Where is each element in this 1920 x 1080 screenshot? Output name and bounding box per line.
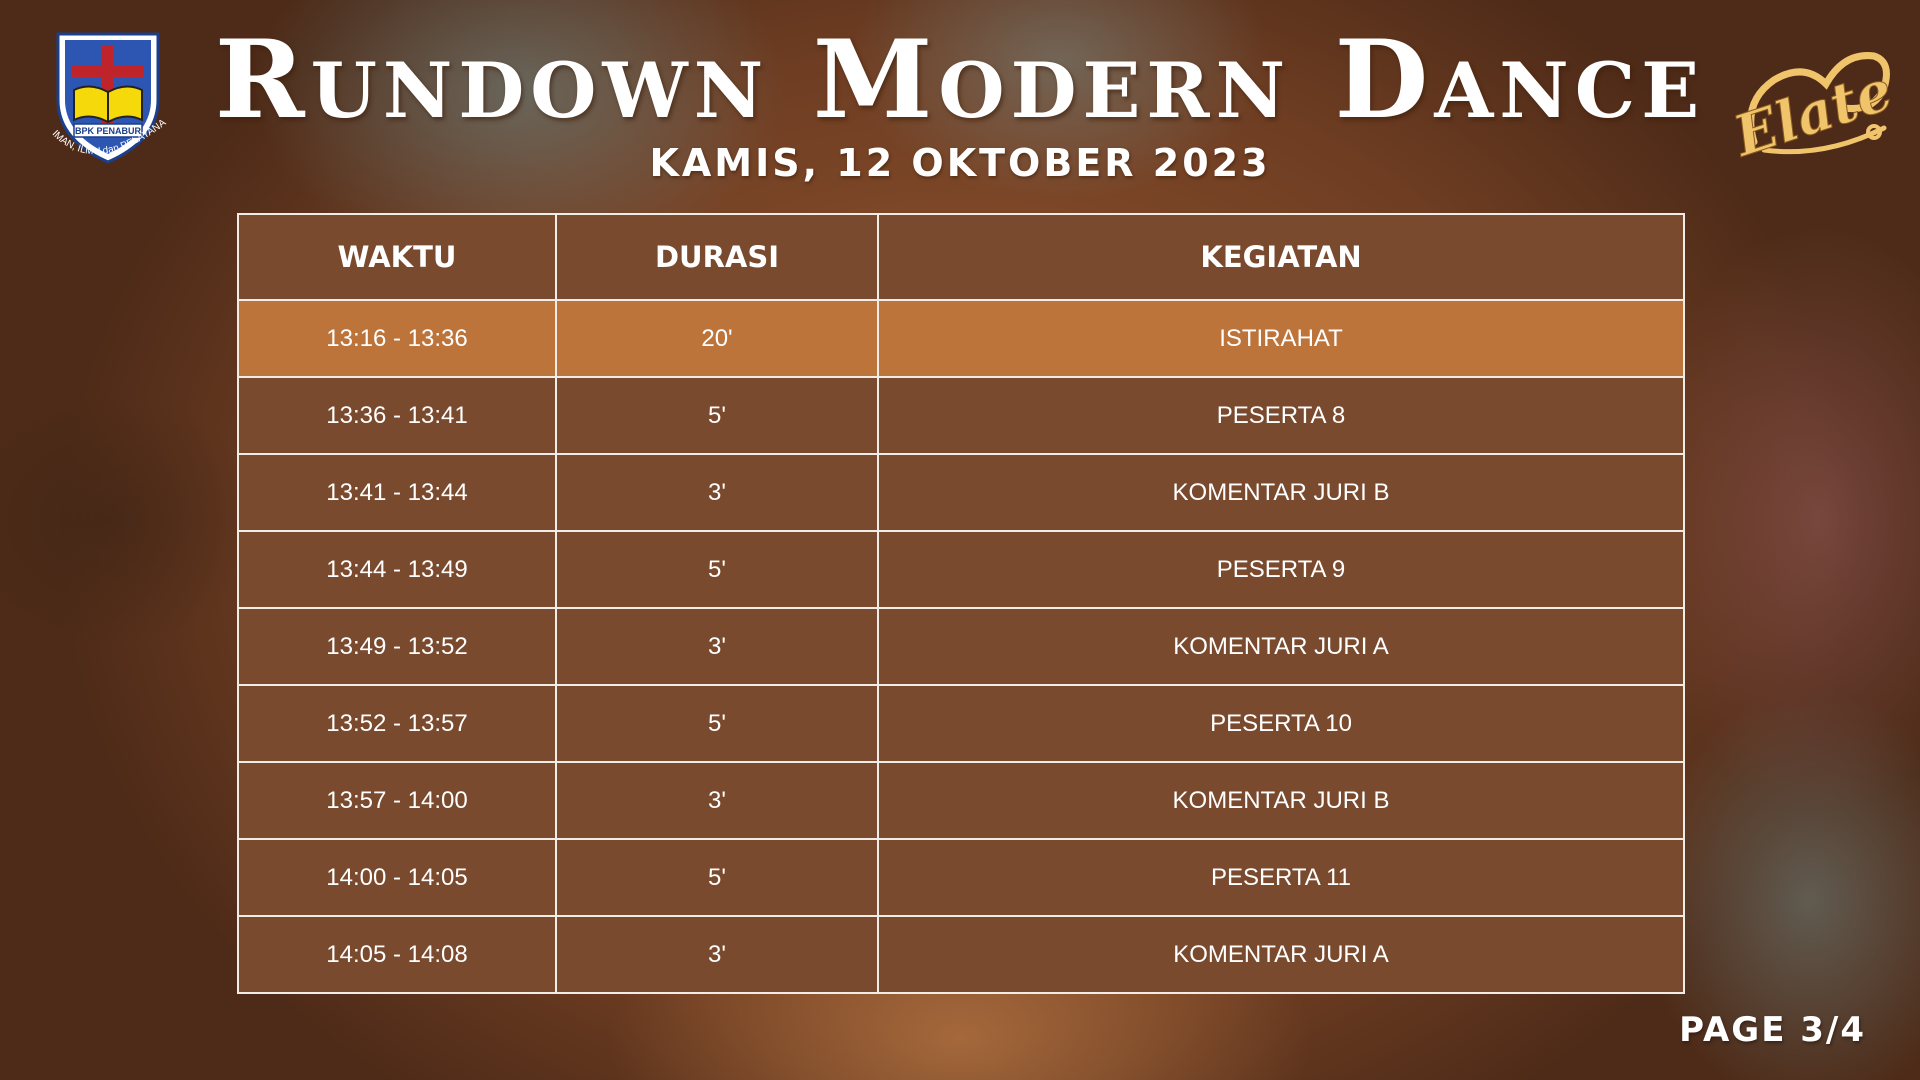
table-row: 13:44 - 13:49 5' PESERTA 9 — [237, 530, 1685, 609]
cell-kegiatan: KOMENTAR JURI B — [877, 453, 1685, 532]
table-row-break: 13:16 - 13:36 20' ISTIRAHAT — [237, 299, 1685, 378]
cell-waktu: 13:57 - 14:00 — [237, 761, 557, 840]
cell-kegiatan: PESERTA 11 — [877, 838, 1685, 917]
table-row: 14:00 - 14:05 5' PESERTA 11 — [237, 838, 1685, 917]
cell-durasi: 3' — [555, 607, 879, 686]
cell-waktu: 13:49 - 13:52 — [237, 607, 557, 686]
page-title: Rundown Modern Dance — [214, 17, 1706, 143]
cell-kegiatan: ISTIRAHAT — [877, 299, 1685, 378]
table-row: 13:41 - 13:44 3' KOMENTAR JURI B — [237, 453, 1685, 532]
cell-kegiatan: PESERTA 9 — [877, 530, 1685, 609]
cell-kegiatan: PESERTA 8 — [877, 376, 1685, 455]
cell-durasi: 3' — [555, 761, 879, 840]
page-number-label: PAGE 3/4 — [1679, 1010, 1866, 1050]
page-subtitle-date: KAMIS, 12 OKTOBER 2023 — [649, 141, 1271, 185]
column-header-kegiatan: KEGIATAN — [877, 213, 1685, 301]
cell-durasi: 5' — [555, 530, 879, 609]
column-header-waktu: WAKTU — [237, 213, 557, 301]
table-row: 13:57 - 14:00 3' KOMENTAR JURI B — [237, 761, 1685, 840]
cell-waktu: 14:00 - 14:05 — [237, 838, 557, 917]
table-row: 13:36 - 13:41 5' PESERTA 8 — [237, 376, 1685, 455]
cell-kegiatan: KOMENTAR JURI B — [877, 761, 1685, 840]
cell-durasi: 3' — [555, 453, 879, 532]
cell-durasi: 5' — [555, 376, 879, 455]
cell-kegiatan: KOMENTAR JURI A — [877, 607, 1685, 686]
cell-kegiatan: KOMENTAR JURI A — [877, 915, 1685, 994]
cell-waktu: 13:52 - 13:57 — [237, 684, 557, 763]
cell-waktu: 13:36 - 13:41 — [237, 376, 557, 455]
cell-waktu: 13:41 - 13:44 — [237, 453, 557, 532]
cell-durasi: 3' — [555, 915, 879, 994]
elate-logo: Elate — [1724, 32, 1901, 172]
table-row: 14:05 - 14:08 3' KOMENTAR JURI A — [237, 915, 1685, 994]
elate-script-logo-icon: Elate — [1724, 52, 1901, 171]
table-row: 13:49 - 13:52 3' KOMENTAR JURI A — [237, 607, 1685, 686]
cell-durasi: 20' — [555, 299, 879, 378]
table-row: 13:52 - 13:57 5' PESERTA 10 — [237, 684, 1685, 763]
cell-waktu: 13:16 - 13:36 — [237, 299, 557, 378]
cell-durasi: 5' — [555, 684, 879, 763]
cell-kegiatan: PESERTA 10 — [877, 684, 1685, 763]
cell-durasi: 5' — [555, 838, 879, 917]
rundown-table: WAKTU DURASI KEGIATAN 13:16 - 13:36 20' … — [237, 213, 1685, 994]
cell-waktu: 14:05 - 14:08 — [237, 915, 557, 994]
table-header-row: WAKTU DURASI KEGIATAN — [237, 213, 1685, 301]
cell-waktu: 13:44 - 13:49 — [237, 530, 557, 609]
column-header-durasi: DURASI — [555, 213, 879, 301]
